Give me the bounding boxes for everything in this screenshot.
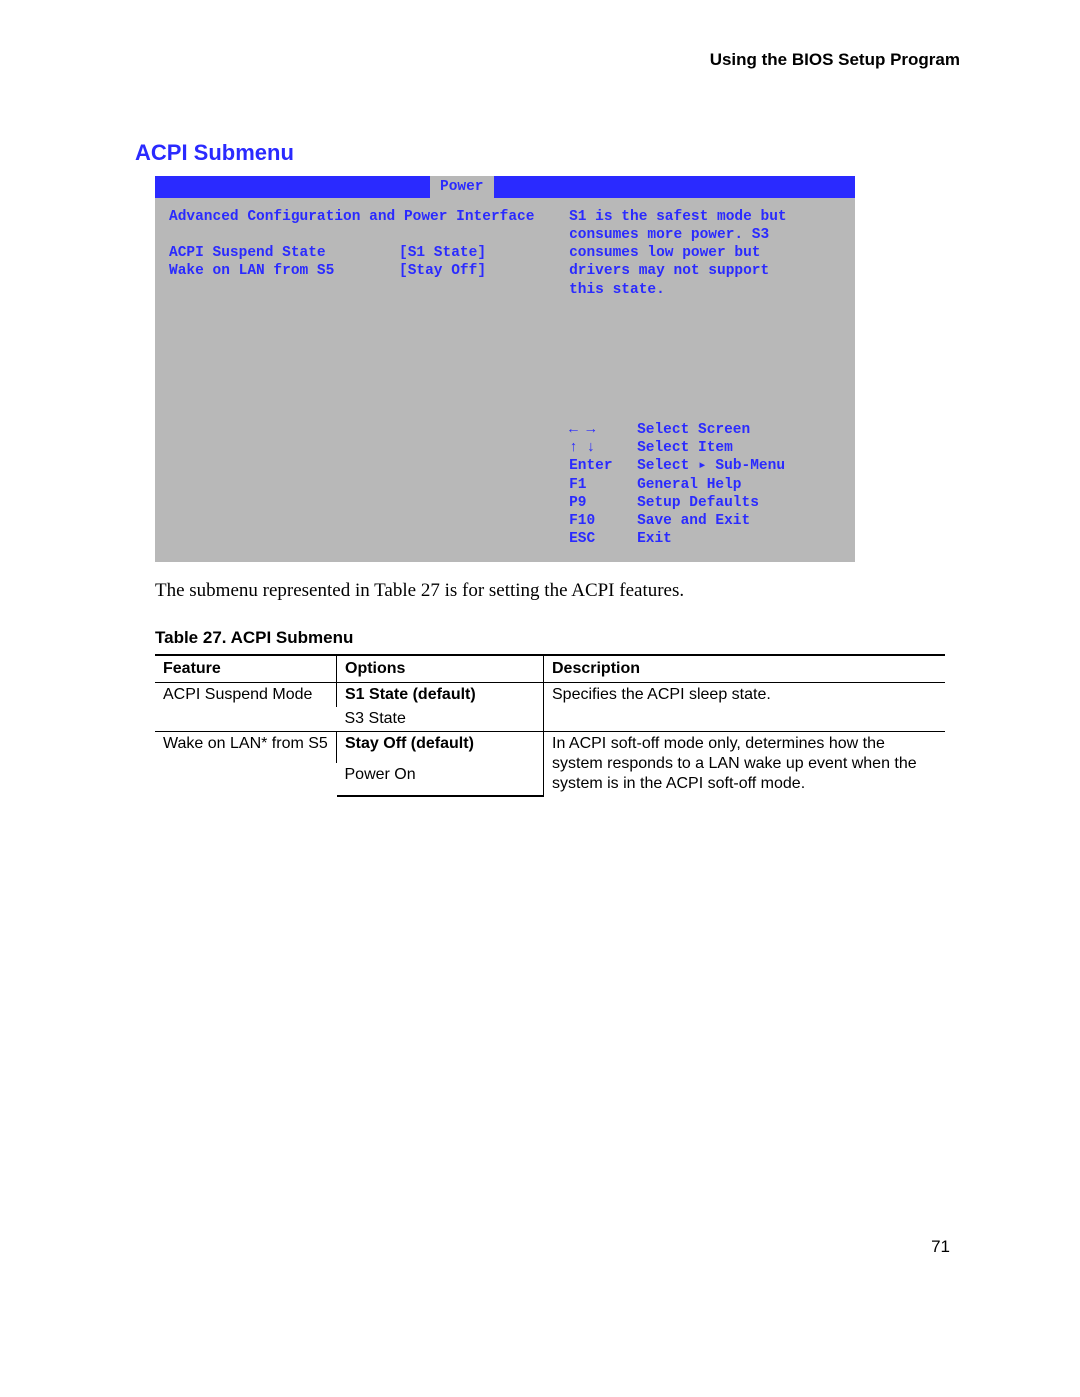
nav-label: Setup Defaults — [637, 494, 759, 512]
help-line: drivers may not support — [569, 262, 845, 280]
cell-feature: Wake on LAN* from S5 — [155, 732, 337, 797]
help-line: this state. — [569, 281, 845, 299]
cell-option-default: Stay Off (default) — [337, 732, 544, 764]
section-title: ACPI Submenu — [135, 140, 960, 166]
setting-value: [Stay Off] — [399, 262, 486, 280]
help-line: consumes more power. S3 — [569, 226, 845, 244]
tab-power: Power — [430, 176, 494, 198]
cell-description: Specifies the ACPI sleep state. — [544, 683, 946, 732]
nav-label: Exit — [637, 530, 672, 548]
nav-key: ESC — [569, 530, 637, 548]
bios-screenshot: Power Advanced Configuration and Power I… — [155, 176, 855, 562]
bios-body: Advanced Configuration and Power Interfa… — [155, 198, 855, 562]
nav-key: F10 — [569, 512, 637, 530]
nav-label: Save and Exit — [637, 512, 750, 530]
bios-subtitle: Advanced Configuration and Power Interfa… — [169, 208, 569, 226]
cell-option: S3 State — [337, 707, 544, 732]
tab-bar-right-fill — [494, 176, 855, 198]
running-header: Using the BIOS Setup Program — [135, 50, 960, 70]
nav-label: General Help — [637, 476, 741, 494]
feature-table: Feature Options Description ACPI Suspend… — [155, 654, 945, 797]
page-number: 71 — [135, 1237, 960, 1257]
cell-feature: ACPI Suspend Mode — [155, 683, 337, 732]
nav-key: P9 — [569, 494, 637, 512]
help-line: consumes low power but — [569, 244, 845, 262]
bios-help-text: S1 is the safest mode but consumes more … — [569, 208, 845, 299]
tab-bar-left-fill — [155, 176, 430, 198]
cell-description: In ACPI soft-off mode only, determines h… — [544, 732, 946, 797]
table-row: Wake on LAN* from S5 Stay Off (default) … — [155, 732, 945, 764]
table-header-row: Feature Options Description — [155, 655, 945, 683]
help-line: S1 is the safest mode but — [569, 208, 845, 226]
bios-tab-bar: Power — [155, 176, 855, 198]
nav-label: Select Item — [637, 439, 733, 457]
setting-label: Wake on LAN from S5 — [169, 262, 399, 280]
nav-key: ↑ ↓ — [569, 439, 637, 457]
nav-label: Select ▸ Sub-Menu — [637, 457, 785, 475]
cell-option: Power On — [337, 763, 544, 796]
nav-key: Enter — [569, 457, 637, 475]
bios-key-nav: ← →Select Screen ↑ ↓Select Item EnterSel… — [569, 421, 845, 548]
table-row: ACPI Suspend Mode S1 State (default) Spe… — [155, 683, 945, 708]
nav-label: Select Screen — [637, 421, 750, 439]
col-header-feature: Feature — [155, 655, 337, 683]
setting-label: ACPI Suspend State — [169, 244, 399, 262]
setting-value: [S1 State] — [399, 244, 486, 262]
body-paragraph: The submenu represented in Table 27 is f… — [155, 580, 960, 602]
col-header-options: Options — [337, 655, 544, 683]
bios-right-panel: S1 is the safest mode but consumes more … — [569, 208, 845, 548]
cell-option-default: S1 State (default) — [337, 683, 544, 708]
bios-left-panel: Advanced Configuration and Power Interfa… — [169, 208, 569, 548]
bios-setting-row: Wake on LAN from S5 [Stay Off] — [169, 262, 569, 280]
table-caption: Table 27. ACPI Submenu — [155, 628, 960, 648]
bios-setting-row: ACPI Suspend State [S1 State] — [169, 244, 569, 262]
col-header-description: Description — [544, 655, 946, 683]
nav-key: ← → — [569, 421, 637, 439]
nav-key: F1 — [569, 476, 637, 494]
